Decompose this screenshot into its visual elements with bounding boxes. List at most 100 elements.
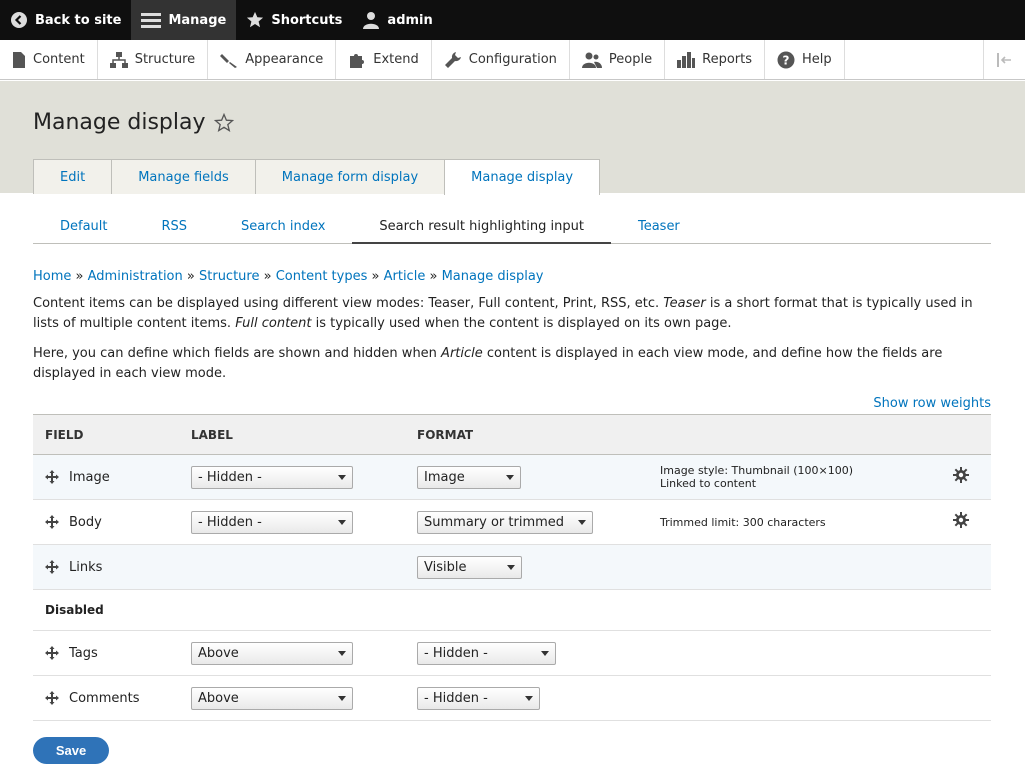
chevron-down-icon (338, 519, 346, 525)
tray-item-help[interactable]: ? Help (765, 40, 845, 79)
breadcrumb-home[interactable]: Home (33, 269, 71, 284)
select-value: Above (198, 645, 239, 661)
select-value: - Hidden - (198, 469, 262, 485)
format-select[interactable]: - Hidden - (417, 686, 540, 710)
tray-item-people[interactable]: People (570, 40, 666, 79)
tray-item-label: Appearance (245, 52, 324, 67)
format-select[interactable]: Image (417, 465, 521, 489)
table-row-tags: Tags Above - Hidden - (33, 630, 991, 676)
back-to-site-label: Back to site (35, 12, 122, 28)
breadcrumb-manage-display[interactable]: Manage display (442, 269, 544, 284)
drag-handle-icon[interactable] (45, 470, 59, 484)
breadcrumb-article[interactable]: Article (384, 269, 426, 284)
desc-text: Here, you can define which fields are sh… (33, 346, 442, 361)
tray-item-content[interactable]: Content (0, 40, 98, 79)
save-button[interactable]: Save (33, 737, 109, 764)
tray-item-label: Help (802, 52, 832, 67)
manage-toolbar-item[interactable]: Manage (131, 0, 237, 40)
tray-item-extend[interactable]: Extend (336, 40, 432, 79)
tray-item-label: Reports (702, 52, 752, 67)
label-select[interactable]: - Hidden - (191, 465, 353, 489)
user-toolbar-item[interactable]: admin (352, 0, 442, 40)
back-to-site-link[interactable]: Back to site (0, 0, 131, 40)
chevron-down-icon (578, 519, 586, 525)
subtab-teaser[interactable]: Teaser (611, 210, 707, 243)
table-row-comments: Comments Above - Hidden - (33, 675, 991, 721)
appearance-icon (220, 53, 238, 68)
tab-manage-form-display[interactable]: Manage form display (254, 159, 446, 194)
field-name: Body (69, 514, 102, 530)
chevron-down-icon (338, 650, 346, 656)
drag-handle-icon[interactable] (45, 560, 59, 574)
breadcrumb-administration[interactable]: Administration (88, 269, 183, 284)
subtab-default[interactable]: Default (33, 210, 135, 243)
field-cell: Body (33, 499, 179, 545)
tray-orientation-toggle[interactable] (983, 40, 1025, 79)
subtab-search-result[interactable]: Search result highlighting input (352, 210, 611, 244)
reports-icon (677, 51, 696, 68)
chevron-down-icon (525, 695, 533, 701)
page-title: Manage display (33, 110, 234, 135)
tray-item-structure[interactable]: Structure (98, 40, 209, 79)
help-icon: ? (777, 51, 795, 68)
breadcrumb-structure[interactable]: Structure (199, 269, 259, 284)
chevron-down-icon (541, 650, 549, 656)
star-icon (247, 11, 264, 28)
format-summary: Image style: Thumbnail (100×100) Linked t… (660, 464, 941, 490)
primary-tabs: Edit Manage fields Manage form display M… (33, 159, 601, 195)
content-icon (13, 51, 25, 68)
tab-manage-fields[interactable]: Manage fields (111, 159, 256, 194)
breadcrumb-content-types[interactable]: Content types (276, 269, 368, 284)
field-name: Image (69, 469, 110, 485)
select-value: Visible (424, 559, 467, 575)
breadcrumb-separator: » (371, 269, 384, 284)
summary-cell (648, 630, 941, 676)
shortcuts-toolbar-item[interactable]: Shortcuts (236, 0, 352, 40)
structure-icon (109, 51, 128, 68)
label-select[interactable]: - Hidden - (191, 510, 353, 534)
field-name: Comments (69, 690, 140, 706)
select-value: Above (198, 690, 239, 706)
label-cell: Above (179, 675, 405, 721)
settings-cell (941, 544, 991, 590)
label-cell (179, 544, 405, 590)
format-select[interactable]: Visible (417, 555, 522, 579)
format-cell: Image (405, 454, 648, 500)
show-row-weights-link[interactable]: Show row weights (873, 396, 991, 411)
summary-cell: Trimmed limit: 300 characters (648, 499, 941, 545)
select-value: Summary or trimmed (424, 514, 565, 530)
label-select[interactable]: Above (191, 686, 353, 710)
drag-handle-icon[interactable] (45, 691, 59, 705)
header-field: FIELD (33, 414, 179, 455)
format-select[interactable]: Summary or trimmed (417, 510, 593, 534)
drag-handle-icon[interactable] (45, 646, 59, 660)
drag-handle-icon[interactable] (45, 515, 59, 529)
tab-manage-display[interactable]: Manage display (444, 159, 601, 195)
tray-item-reports[interactable]: Reports (665, 40, 765, 79)
label-select[interactable]: Above (191, 641, 353, 665)
people-icon (581, 52, 602, 68)
summary-cell (648, 675, 941, 721)
tab-edit[interactable]: Edit (33, 159, 113, 194)
header-format: FORMAT (405, 414, 991, 455)
label-cell: - Hidden - (179, 454, 405, 500)
description-paragraph-1: Content items can be displayed using dif… (33, 294, 991, 334)
format-select[interactable]: - Hidden - (417, 641, 556, 665)
settings-cell (941, 675, 991, 721)
tray-item-configuration[interactable]: Configuration (432, 40, 570, 79)
user-label: admin (387, 12, 433, 28)
gear-icon[interactable] (953, 467, 969, 483)
page-title-text: Manage display (33, 110, 206, 135)
subtab-search-index[interactable]: Search index (214, 210, 352, 243)
configuration-icon (444, 51, 461, 68)
shortcut-star-icon[interactable] (213, 112, 234, 133)
menu-icon (141, 13, 162, 28)
desc-text: is typically used when the content is di… (311, 316, 732, 331)
gear-icon[interactable] (953, 512, 969, 528)
tray-item-label: Extend (373, 52, 419, 67)
select-value: - Hidden - (198, 514, 262, 530)
desc-emphasis: Teaser (663, 296, 706, 311)
field-display-table: FIELD LABEL FORMAT Image - Hidden - Imag… (33, 414, 991, 721)
subtab-rss[interactable]: RSS (135, 210, 215, 243)
tray-item-appearance[interactable]: Appearance (208, 40, 337, 79)
